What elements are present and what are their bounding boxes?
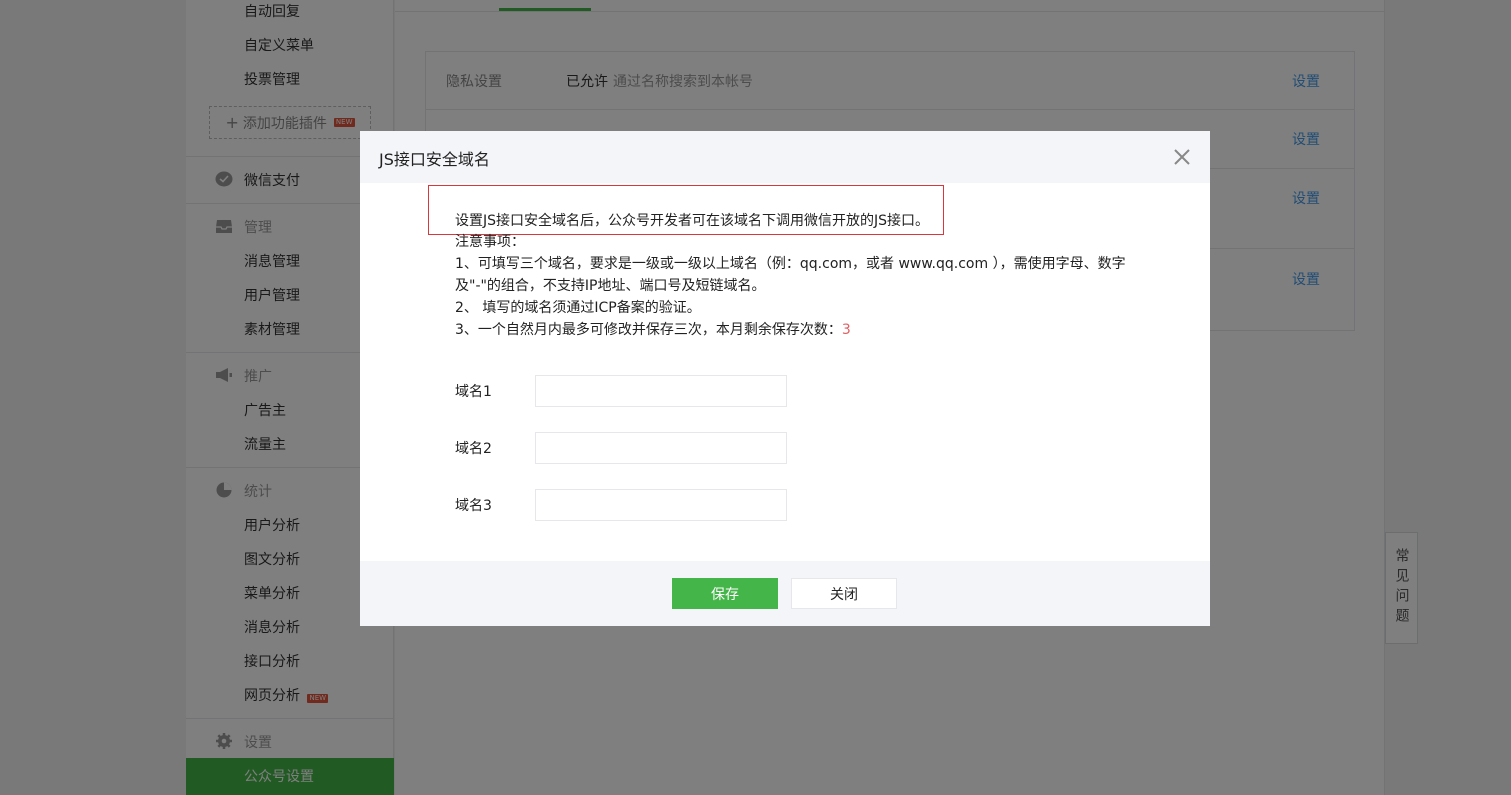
remaining-count: 3 [841, 322, 851, 338]
domain-field-2-row: 域名2 [455, 432, 795, 464]
domain-field-1-row: 域名1 [455, 375, 795, 407]
js-domain-dialog: JS接口安全域名 设置JS接口安全域名后，公众号开发者可在该域名下调用微信开放的… [360, 131, 1210, 626]
domain-1-input[interactable] [535, 375, 787, 407]
domain-1-label: 域名1 [455, 384, 492, 400]
dialog-body: 设置JS接口安全域名后，公众号开发者可在该域名下调用微信开放的JS接口。 注意事… [360, 183, 1210, 561]
domain-2-label: 域名2 [455, 441, 492, 457]
notes-block: 注意事项： 1、可填写三个域名，要求是一级或一级以上域名（例：qq.com，或者… [455, 231, 1145, 341]
dialog-footer: 保存 关闭 [360, 561, 1210, 626]
notes-title: 注意事项： [455, 234, 525, 250]
close-button[interactable]: 关闭 [791, 578, 897, 609]
note-2: 2、 填写的域名须通过ICP备案的验证。 [455, 300, 701, 316]
domain-3-input[interactable] [535, 489, 787, 521]
note-1-line-1: 1、可填写三个域名，要求是一级或一级以上域名（例：qq.com，或者 www.q… [455, 256, 1126, 272]
domain-2-input[interactable] [535, 432, 787, 464]
note-1-line-2: 及"-"的组合，不支持IP地址、端口号及短链域名。 [455, 278, 766, 294]
close-icon[interactable] [1172, 147, 1192, 167]
dialog-title: JS接口安全域名 [379, 150, 490, 169]
note-3: 3、一个自然月内最多可修改并保存三次，本月剩余保存次数：3 [455, 319, 1145, 341]
intro-text: 设置JS接口安全域名后，公众号开发者可在该域名下调用微信开放的JS接口。 [455, 213, 930, 229]
domain-field-3-row: 域名3 [455, 489, 795, 521]
note-3-text: 3、一个自然月内最多可修改并保存三次，本月剩余保存次数： [455, 322, 842, 338]
domain-3-label: 域名3 [455, 498, 492, 514]
save-button[interactable]: 保存 [672, 578, 778, 609]
dialog-header: JS接口安全域名 [360, 131, 1210, 183]
